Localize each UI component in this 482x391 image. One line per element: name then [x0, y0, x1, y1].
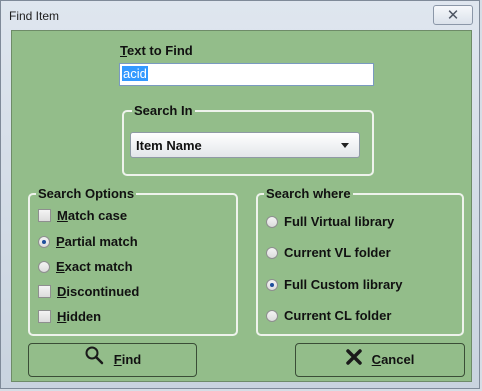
accel-key: H: [57, 309, 67, 324]
find-button[interactable]: Find: [28, 343, 197, 377]
option-label: xact match: [64, 259, 133, 274]
accel-key: E: [56, 259, 65, 274]
option-label: Current VL folder: [284, 245, 391, 260]
label-text: ext to Find: [126, 43, 193, 58]
option-label: atch case: [67, 208, 128, 223]
find-item-dialog: Find Item ✕ Text to Find acid Search In …: [0, 0, 480, 389]
radio-button[interactable]: [266, 247, 278, 259]
option-label: Full Custom library: [284, 277, 403, 292]
search-options-legend: Search Options: [36, 186, 137, 202]
radio-button[interactable]: [38, 236, 50, 248]
search-in-legend: Search In: [132, 103, 195, 119]
accel-key: C: [371, 352, 382, 367]
option-label: artial match: [64, 234, 138, 249]
text-to-find-label: Text to Find: [120, 43, 193, 58]
radio-button[interactable]: [266, 216, 278, 228]
button-label: ancel: [381, 352, 415, 367]
search-where-group: Search where Full Virtual library Curren…: [256, 186, 464, 336]
option-label: Current CL folder: [284, 308, 392, 323]
partial-match-radio[interactable]: Partial match: [38, 233, 138, 251]
current-vl-folder-radio[interactable]: Current VL folder: [266, 244, 391, 262]
chevron-down-icon: [341, 143, 349, 148]
text-to-find-input[interactable]: acid: [119, 63, 374, 86]
title-bar[interactable]: Find Item ✕: [1, 1, 479, 31]
accel-key: M: [57, 208, 68, 223]
button-label: ind: [121, 352, 142, 367]
close-button[interactable]: ✕: [433, 5, 473, 25]
checkbox-box[interactable]: [38, 285, 51, 298]
current-cl-folder-radio[interactable]: Current CL folder: [266, 307, 391, 325]
input-selected-text: acid: [122, 66, 148, 81]
checkbox-box[interactable]: [38, 310, 51, 323]
accel-key: F: [113, 352, 122, 367]
radio-button[interactable]: [38, 261, 50, 273]
cancel-button[interactable]: Cancel: [295, 343, 465, 377]
checkbox-box[interactable]: [38, 209, 51, 222]
full-custom-library-radio[interactable]: Full Custom library: [266, 276, 402, 294]
cancel-x-icon: [345, 345, 362, 377]
discontinued-checkbox[interactable]: Discontinued: [38, 283, 139, 301]
option-label: Full Virtual library: [284, 214, 395, 229]
full-virtual-library-radio[interactable]: Full Virtual library: [266, 213, 394, 231]
exact-match-radio[interactable]: Exact match: [38, 258, 133, 276]
search-in-dropdown[interactable]: Item Name: [130, 132, 360, 158]
dropdown-value: Item Name: [136, 138, 202, 153]
close-icon: ✕: [446, 7, 460, 24]
dialog-body: Text to Find acid Search In Item Name Se…: [11, 30, 472, 382]
radio-button[interactable]: [266, 279, 278, 291]
accel-key: P: [56, 234, 65, 249]
search-options-group: Search Options Match case Partial match …: [28, 186, 238, 336]
radio-button[interactable]: [266, 310, 278, 322]
match-case-checkbox[interactable]: Match case: [38, 207, 127, 225]
option-label: idden: [66, 309, 102, 324]
search-icon: [84, 345, 104, 377]
search-in-group: Search In Item Name: [122, 103, 374, 176]
hidden-checkbox[interactable]: Hidden: [38, 308, 101, 326]
option-label: iscontinued: [66, 284, 140, 299]
accel-key: D: [57, 284, 67, 299]
window-title: Find Item: [9, 9, 60, 23]
search-where-legend: Search where: [264, 186, 353, 202]
accel-key: T: [120, 43, 127, 58]
